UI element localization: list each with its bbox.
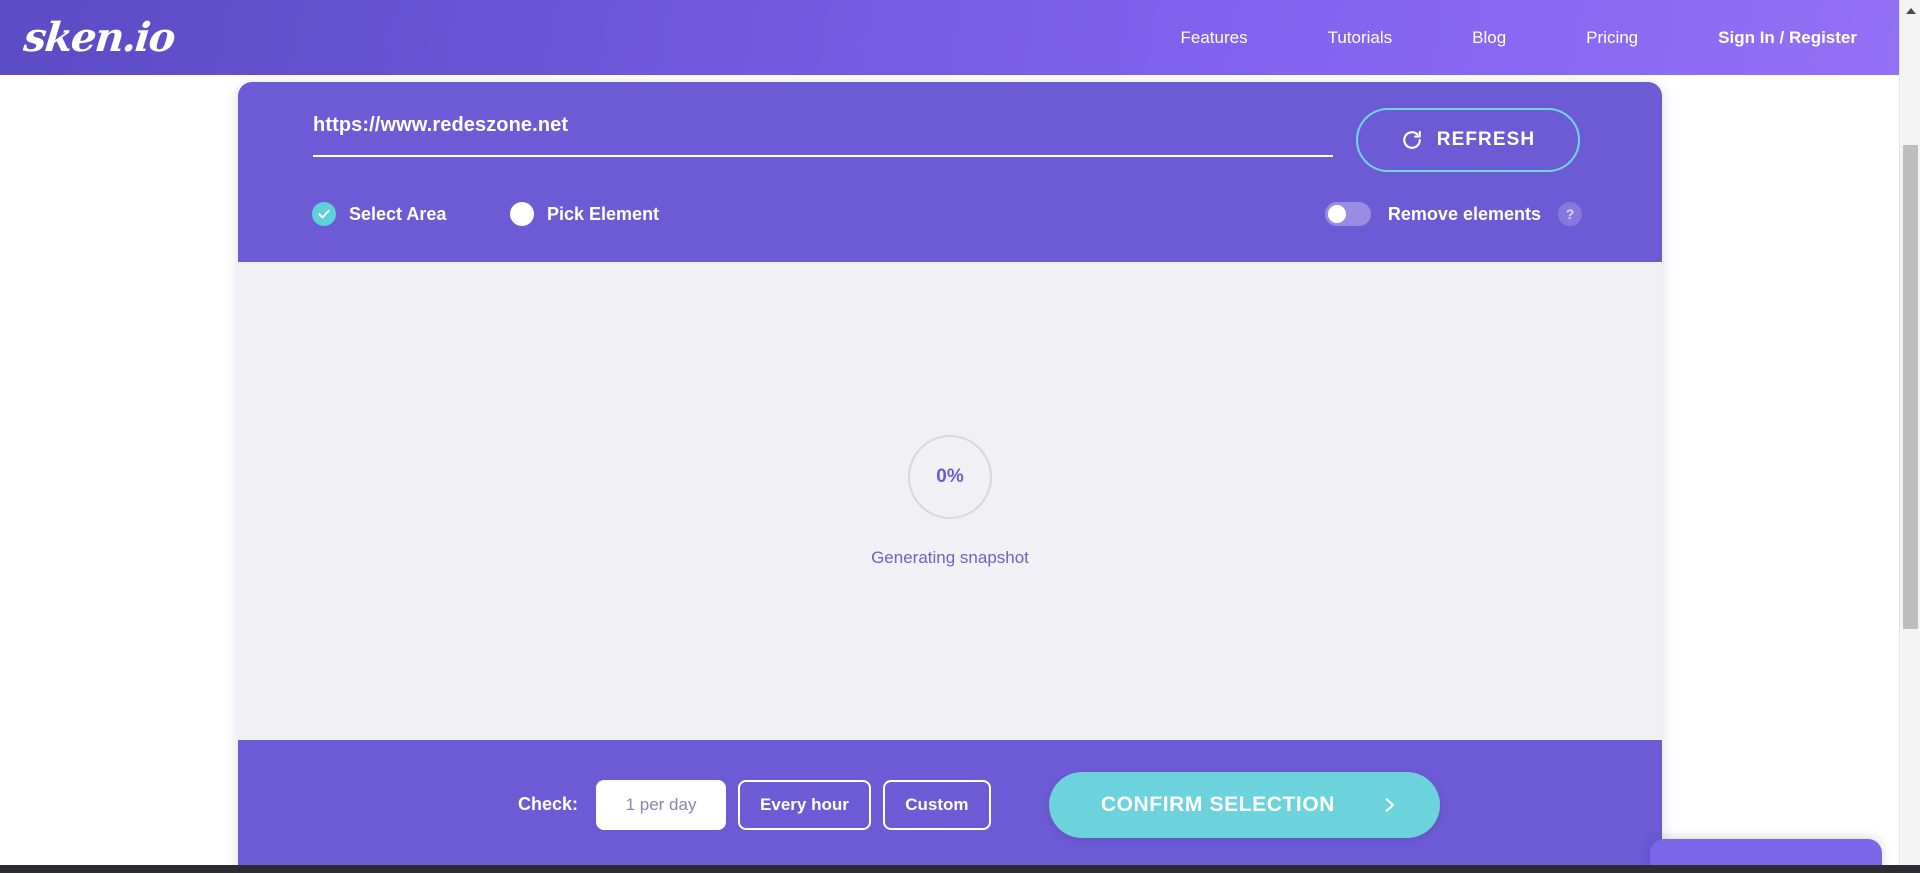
progress-ring: 0% xyxy=(908,434,992,519)
option-pick-element[interactable]: Pick Element xyxy=(510,202,659,226)
chevron-up-icon[interactable] xyxy=(1900,0,1920,21)
options-row: Select Area Pick Element Remove elements… xyxy=(238,192,1662,262)
confirm-selection-label: CONFIRM SELECTION xyxy=(1100,792,1336,816)
app-root: sken.io Features Tutorials Blog Pricing … xyxy=(0,0,1920,873)
snapshot-status-text: Generating snapshot xyxy=(871,547,1029,567)
remove-elements-group: Remove elements ? xyxy=(1324,202,1582,226)
chevron-right-icon xyxy=(1381,792,1398,818)
url-input[interactable] xyxy=(313,114,1333,157)
checkmark-icon xyxy=(312,202,336,226)
window-bottom-chrome xyxy=(0,865,1920,873)
url-row xyxy=(313,114,1333,157)
option-pick-element-label: Pick Element xyxy=(547,203,660,224)
page-scrollbar[interactable] xyxy=(1899,0,1920,873)
snapshot-preview-area: 0% Generating snapshot xyxy=(238,262,1662,740)
refresh-button[interactable]: REFRESH xyxy=(1356,108,1580,172)
check-frequency-label: Check: xyxy=(518,794,579,814)
panel-footer: Check: 1 per day Every hour Custom CONFI… xyxy=(238,740,1662,869)
nav-links: Features Tutorials Blog Pricing Sign In … xyxy=(1140,0,1899,75)
snapshot-tool-panel: REFRESH Select Area Pick Element xyxy=(238,82,1662,869)
site-logo[interactable]: sken.io xyxy=(22,14,177,61)
toggle-knob xyxy=(1327,205,1346,223)
site-navbar: sken.io Features Tutorials Blog Pricing … xyxy=(0,0,1899,75)
refresh-icon xyxy=(1401,129,1423,151)
nav-link-sign-in-register[interactable]: Sign In / Register xyxy=(1678,28,1899,48)
refresh-button-label: REFRESH xyxy=(1436,129,1536,150)
frequency-option-1-per-day[interactable]: 1 per day xyxy=(596,779,727,830)
progress-percentage: 0% xyxy=(936,465,964,487)
help-icon[interactable]: ? xyxy=(1558,202,1582,226)
remove-elements-label: Remove elements xyxy=(1387,203,1541,224)
option-select-area[interactable]: Select Area xyxy=(312,202,446,226)
nav-link-tutorials[interactable]: Tutorials xyxy=(1288,28,1433,48)
frequency-option-every-hour[interactable]: Every hour xyxy=(738,779,871,830)
remove-elements-toggle[interactable] xyxy=(1324,202,1371,226)
radio-circle-icon xyxy=(510,202,534,226)
option-select-area-label: Select Area xyxy=(349,203,447,224)
confirm-selection-button[interactable]: CONFIRM SELECTION xyxy=(1048,771,1441,838)
panel-header: REFRESH Select Area Pick Element xyxy=(238,82,1662,262)
nav-link-features[interactable]: Features xyxy=(1140,28,1287,48)
nav-link-pricing[interactable]: Pricing xyxy=(1546,28,1678,48)
nav-link-blog[interactable]: Blog xyxy=(1432,28,1546,48)
frequency-option-custom[interactable]: Custom xyxy=(882,779,991,830)
scrollbar-thumb[interactable] xyxy=(1903,145,1918,629)
